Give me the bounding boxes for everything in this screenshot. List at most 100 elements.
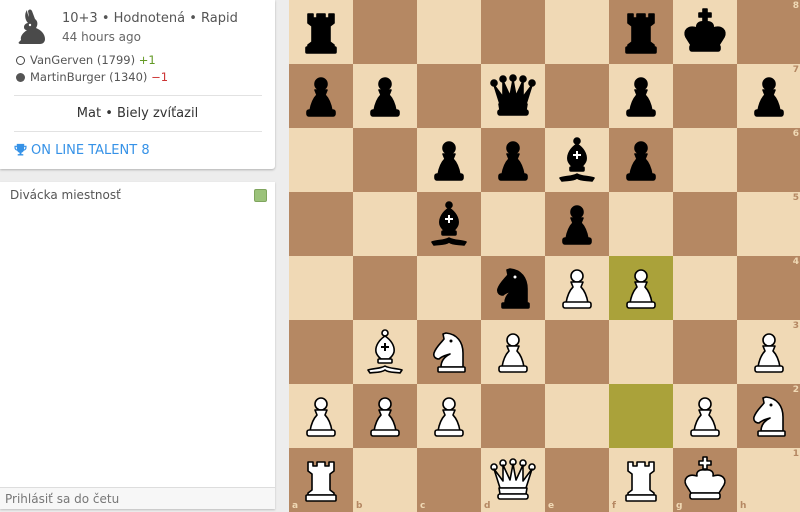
white-bishop-icon[interactable] [360,326,410,376]
square-h2[interactable]: 2 [737,384,800,448]
square-d4[interactable] [481,256,545,320]
square-f4[interactable] [609,256,673,320]
black-pawn-icon[interactable] [488,134,538,184]
black-pawn-icon[interactable] [360,70,410,120]
square-d7[interactable] [481,64,545,128]
square-b2[interactable] [353,384,417,448]
white-queen-icon[interactable] [488,454,538,504]
black-rook-icon[interactable] [616,6,666,56]
square-b6[interactable] [353,128,417,192]
square-e7[interactable] [545,64,609,128]
square-a3[interactable] [289,320,353,384]
square-h5[interactable]: 5 [737,192,800,256]
square-d1[interactable]: d [481,448,545,512]
square-e8[interactable] [545,0,609,64]
square-h7[interactable]: 7 [737,64,800,128]
square-h1[interactable]: 1h [737,448,800,512]
square-g4[interactable] [673,256,737,320]
black-player-name[interactable]: MartinBurger (1340) [30,70,147,84]
square-a2[interactable] [289,384,353,448]
tournament-name[interactable]: ON LINE TALENT 8 [31,143,150,158]
square-f5[interactable] [609,192,673,256]
square-e2[interactable] [545,384,609,448]
square-e6[interactable] [545,128,609,192]
white-player[interactable]: VanGerven (1799) +1 [16,53,156,67]
black-rook-icon[interactable] [296,6,346,56]
white-knight-icon[interactable] [424,326,474,376]
square-b5[interactable] [353,192,417,256]
black-pawn-icon[interactable] [616,134,666,184]
square-b7[interactable] [353,64,417,128]
square-a4[interactable] [289,256,353,320]
black-player[interactable]: MartinBurger (1340) −1 [16,70,168,84]
square-c7[interactable] [417,64,481,128]
square-f1[interactable]: f [609,448,673,512]
square-a6[interactable] [289,128,353,192]
square-b3[interactable] [353,320,417,384]
square-g6[interactable] [673,128,737,192]
tournament-link[interactable]: ON LINE TALENT 8 [14,143,150,158]
square-a8[interactable] [289,0,353,64]
black-bishop-icon[interactable] [552,134,602,184]
black-pawn-icon[interactable] [616,70,666,120]
black-knight-icon[interactable] [488,262,538,312]
black-queen-icon[interactable] [488,70,538,120]
black-bishop-icon[interactable] [424,198,474,248]
square-a5[interactable] [289,192,353,256]
square-c2[interactable] [417,384,481,448]
white-pawn-icon[interactable] [744,326,794,376]
square-f3[interactable] [609,320,673,384]
square-f8[interactable] [609,0,673,64]
square-d2[interactable] [481,384,545,448]
chat-input[interactable] [0,487,275,509]
square-d3[interactable] [481,320,545,384]
square-g2[interactable] [673,384,737,448]
white-player-name[interactable]: VanGerven (1799) [30,53,135,67]
square-b4[interactable] [353,256,417,320]
chat-toggle[interactable] [254,189,267,202]
white-knight-icon[interactable] [744,390,794,440]
square-a7[interactable] [289,64,353,128]
white-rook-icon[interactable] [296,454,346,504]
square-g7[interactable] [673,64,737,128]
white-pawn-icon[interactable] [424,390,474,440]
black-king-icon[interactable] [680,6,730,56]
square-h4[interactable]: 4 [737,256,800,320]
black-pawn-icon[interactable] [744,70,794,120]
square-g5[interactable] [673,192,737,256]
square-c6[interactable] [417,128,481,192]
white-pawn-icon[interactable] [360,390,410,440]
white-pawn-icon[interactable] [680,390,730,440]
black-pawn-icon[interactable] [424,134,474,184]
white-pawn-icon[interactable] [616,262,666,312]
square-d8[interactable] [481,0,545,64]
square-h6[interactable]: 6 [737,128,800,192]
chess-board[interactable]: 8765432abcdefg1h [289,0,800,512]
black-pawn-icon[interactable] [552,198,602,248]
white-pawn-icon[interactable] [488,326,538,376]
square-f2[interactable] [609,384,673,448]
square-f7[interactable] [609,64,673,128]
square-g3[interactable] [673,320,737,384]
square-e4[interactable] [545,256,609,320]
square-e5[interactable] [545,192,609,256]
white-rook-icon[interactable] [616,454,666,504]
square-g8[interactable] [673,0,737,64]
square-f6[interactable] [609,128,673,192]
square-h8[interactable]: 8 [737,0,800,64]
square-e1[interactable]: e [545,448,609,512]
square-c4[interactable] [417,256,481,320]
square-c5[interactable] [417,192,481,256]
square-d5[interactable] [481,192,545,256]
black-pawn-icon[interactable] [296,70,346,120]
square-c3[interactable] [417,320,481,384]
square-a1[interactable]: a [289,448,353,512]
square-g1[interactable]: g [673,448,737,512]
square-h3[interactable]: 3 [737,320,800,384]
square-b1[interactable]: b [353,448,417,512]
square-c8[interactable] [417,0,481,64]
square-e3[interactable] [545,320,609,384]
white-pawn-icon[interactable] [552,262,602,312]
square-b8[interactable] [353,0,417,64]
white-pawn-icon[interactable] [296,390,346,440]
